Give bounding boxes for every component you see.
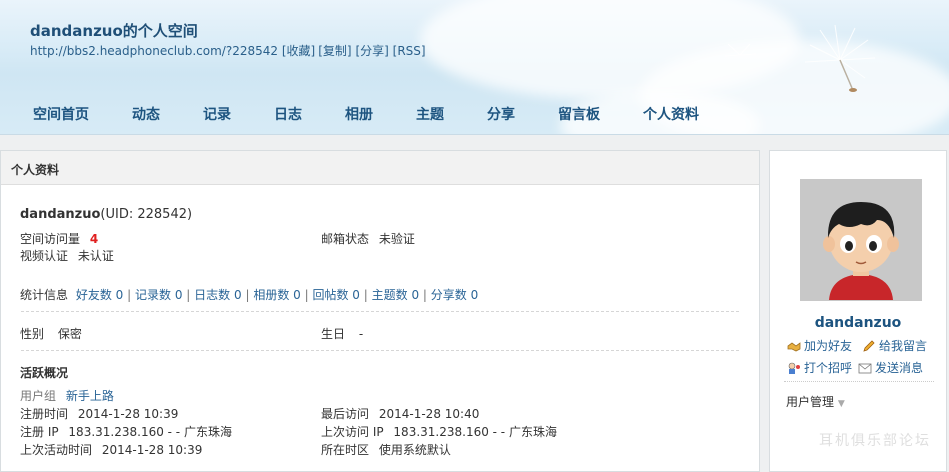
last-active-value: 2014-1-28 10:39 (101, 443, 203, 457)
nav-share[interactable]: 分享 (487, 104, 515, 124)
timezone-row: 所在时区 使用系统默认 (321, 441, 451, 458)
profile-panel-header: 个人资料 (1, 151, 759, 185)
share-link[interactable]: [分享] (355, 44, 388, 58)
activity-title: 活跃概况 (20, 366, 69, 380)
usergroup-label: 用户组 (20, 389, 57, 403)
site-watermark: 耳机俱乐部论坛 (819, 433, 931, 449)
birthday-value: - (358, 327, 364, 341)
leave-message-label: 给我留言 (879, 339, 928, 353)
email-status-value: 未验证 (378, 232, 415, 246)
user-manage-label: 用户管理 (786, 395, 835, 409)
user-manage-menu[interactable]: 用户管理 ▼ (786, 393, 845, 410)
nav-album[interactable]: 相册 (345, 104, 373, 124)
last-active-row: 上次活动时间 2014-1-28 10:39 (20, 441, 202, 458)
reg-time-label: 注册时间 (20, 407, 69, 421)
favorite-link[interactable]: [收藏] (282, 44, 315, 58)
send-message-label: 发送消息 (875, 361, 924, 375)
avatar-cartoon-icon (801, 180, 921, 300)
nav-profile[interactable]: 个人资料 (643, 104, 699, 124)
envelope-icon (858, 363, 872, 374)
reg-ip-value: 183.31.238.160 - - 广东珠海 (68, 425, 232, 439)
birthday-label: 生日 (321, 327, 346, 341)
reg-ip-label: 注册 IP (20, 425, 59, 439)
reg-time-value: 2014-1-28 10:39 (77, 407, 179, 421)
dandelion-decoration (804, 24, 876, 92)
divider (21, 311, 739, 312)
email-status-label: 邮箱状态 (321, 232, 370, 246)
profile-uid: (UID: 228542) (100, 207, 193, 222)
rss-link[interactable]: [RSS] (393, 44, 426, 58)
stat-threads[interactable]: 主题数 0 (372, 288, 419, 302)
stats-label: 统计信息 (20, 288, 69, 302)
nav-feed[interactable]: 动态 (132, 104, 160, 124)
visits-value: 4 (89, 232, 99, 246)
email-status-row: 邮箱状态 未验证 (321, 230, 415, 247)
space-url-link[interactable]: http://bbs2.headphoneclub.com/?228542 (30, 44, 278, 58)
timezone-value: 使用系统默认 (378, 443, 451, 457)
space-header: dandanzuo的个人空间 http://bbs2.headphoneclub… (0, 0, 949, 135)
video-verify-row: 视频认证 未认证 (20, 247, 114, 264)
nav-threads[interactable]: 主题 (416, 104, 444, 124)
divider (21, 350, 739, 351)
nav-blog[interactable]: 日志 (274, 104, 302, 124)
dandelion-seed-decoration (724, 43, 757, 57)
say-hi-label: 打个招呼 (804, 361, 853, 375)
wave-hello-icon (788, 362, 800, 374)
last-visit-value: 2014-1-28 10:40 (378, 407, 480, 421)
add-friend-label: 加为好友 (804, 339, 853, 353)
stat-albums[interactable]: 相册数 0 (253, 288, 300, 302)
last-visit-label: 最后访问 (321, 407, 370, 421)
gender-label: 性别 (20, 327, 45, 341)
pencil-icon (863, 340, 875, 352)
birthday-row: 生日 - (321, 325, 363, 342)
profile-section-title: 个人资料 (11, 163, 60, 177)
nav-records[interactable]: 记录 (203, 104, 231, 124)
last-ip-label: 上次访问 IP (321, 425, 384, 439)
card-username[interactable]: dandanzuo (770, 315, 946, 331)
handshake-icon (787, 342, 801, 352)
say-hi-button[interactable]: 打个招呼 (787, 359, 852, 376)
add-friend-button[interactable]: 加为好友 (787, 337, 852, 354)
nav-home[interactable]: 空间首页 (33, 104, 89, 124)
stats-row: 统计信息 好友数 0 | 记录数 0 | 日志数 0 | 相册数 0 | 回帖数… (20, 288, 479, 302)
profile-name-line: dandanzuo(UID: 228542) (20, 207, 192, 222)
reg-time-row: 注册时间 2014-1-28 10:39 (20, 405, 178, 422)
user-card: dandanzuo 加为好友 给我留言 打个招呼 发送消息 用户管理 ▼ (769, 150, 947, 472)
gender-row: 性别 保密 (20, 325, 82, 342)
space-url-row: http://bbs2.headphoneclub.com/?228542 [收… (30, 42, 426, 59)
last-visit-row: 最后访问 2014-1-28 10:40 (321, 405, 479, 422)
stat-friends[interactable]: 好友数 0 (76, 288, 123, 302)
last-ip-value: 183.31.238.160 - - 广东珠海 (393, 425, 557, 439)
stat-shares[interactable]: 分享数 0 (431, 288, 478, 302)
video-verify-value: 未认证 (77, 249, 114, 263)
avatar[interactable] (800, 179, 922, 301)
usergroup-link[interactable]: 新手上路 (66, 389, 114, 403)
gender-value: 保密 (57, 327, 82, 341)
video-verify-label: 视频认证 (20, 249, 69, 263)
stat-records[interactable]: 记录数 0 (135, 288, 182, 302)
profile-username: dandanzuo (20, 207, 101, 222)
chevron-down-icon: ▼ (837, 399, 845, 409)
usergroup-row: 用户组 新手上路 (20, 387, 114, 404)
stat-replies[interactable]: 回帖数 0 (312, 288, 359, 302)
nav-guestbook[interactable]: 留言板 (558, 104, 600, 124)
space-title: dandanzuo的个人空间 (30, 22, 198, 40)
leave-message-button[interactable]: 给我留言 (862, 337, 927, 354)
visits-label: 空间访问量 (20, 232, 81, 246)
profile-panel: 个人资料 dandanzuo(UID: 228542) 空间访问量 4 邮箱状态… (0, 150, 760, 472)
divider (784, 381, 934, 382)
timezone-label: 所在时区 (321, 443, 370, 457)
last-ip-row: 上次访问 IP 183.31.238.160 - - 广东珠海 (321, 423, 557, 440)
send-message-button[interactable]: 发送消息 (858, 359, 923, 376)
copy-link[interactable]: [复制] (318, 44, 351, 58)
reg-ip-row: 注册 IP 183.31.238.160 - - 广东珠海 (20, 423, 232, 440)
last-active-label: 上次活动时间 (20, 443, 93, 457)
stat-blogs[interactable]: 日志数 0 (194, 288, 241, 302)
visits-row: 空间访问量 4 (20, 230, 98, 247)
